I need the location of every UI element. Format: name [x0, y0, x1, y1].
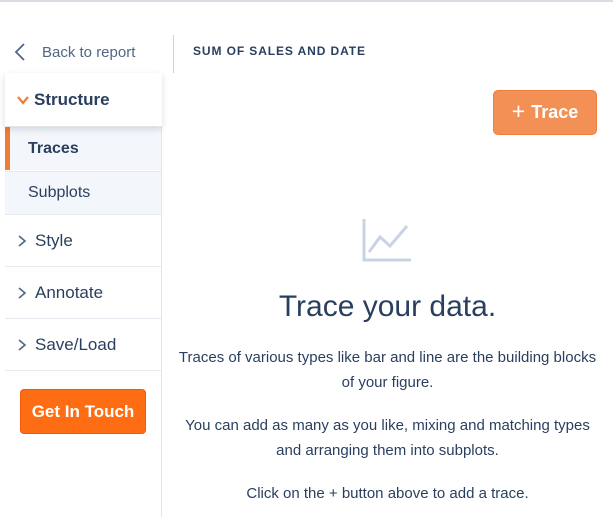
- chevron-right-icon: [18, 234, 27, 247]
- plus-icon: +: [511, 98, 526, 124]
- sidebar-divider: [5, 370, 161, 371]
- editor-header: Back to report SUM OF SALES AND DATE: [0, 2, 613, 74]
- chevron-right-icon: [18, 286, 27, 299]
- chevron-left-icon: [14, 43, 25, 61]
- sidebar-section-save-load[interactable]: Save/Load: [5, 318, 161, 370]
- get-in-touch-button[interactable]: Get In Touch: [20, 389, 146, 434]
- add-trace-button[interactable]: + Trace: [493, 90, 597, 135]
- section-label: Annotate: [35, 282, 104, 302]
- sidebar-item-label: Subplots: [28, 184, 91, 201]
- empty-state-text: Click on the + button above to add a tra…: [162, 481, 613, 506]
- back-to-report-link[interactable]: Back to report: [14, 40, 135, 64]
- sidebar: Structure Traces Subplots Style Annotate…: [5, 73, 162, 517]
- sidebar-item-subplots[interactable]: Subplots: [5, 171, 161, 214]
- chevron-right-icon: [18, 338, 27, 351]
- empty-state-text: You can add as many as you like, mixing …: [162, 413, 613, 463]
- sidebar-item-label: Traces: [28, 139, 79, 157]
- empty-state-paragraph: Click on the + button above to add a tra…: [246, 485, 529, 502]
- empty-state-paragraph: Traces of various types like bar and lin…: [178, 349, 597, 391]
- back-label: Back to report: [42, 43, 136, 61]
- section-label: Save/Load: [35, 334, 117, 354]
- sidebar-section-style[interactable]: Style: [5, 214, 161, 266]
- sidebar-section-annotate[interactable]: Annotate: [5, 266, 161, 318]
- sidebar-section-structure[interactable]: Structure: [5, 73, 162, 126]
- sidebar-item-traces[interactable]: Traces: [5, 127, 161, 170]
- section-label: Style: [35, 230, 73, 250]
- add-trace-label: Trace: [531, 102, 579, 122]
- empty-state-paragraph: You can add as many as you like, mixing …: [185, 417, 590, 459]
- page-title: SUM OF SALES AND DATE: [193, 44, 366, 58]
- section-label: Structure: [34, 89, 110, 109]
- line-chart-icon: [362, 219, 411, 262]
- chevron-down-icon: [17, 95, 29, 105]
- empty-state-text: Traces of various types like bar and lin…: [162, 345, 613, 395]
- header-divider: [173, 35, 174, 74]
- empty-state-title: Trace your data.: [278, 290, 497, 323]
- main-panel: + Trace Trace your data. Traces of vario…: [162, 73, 613, 517]
